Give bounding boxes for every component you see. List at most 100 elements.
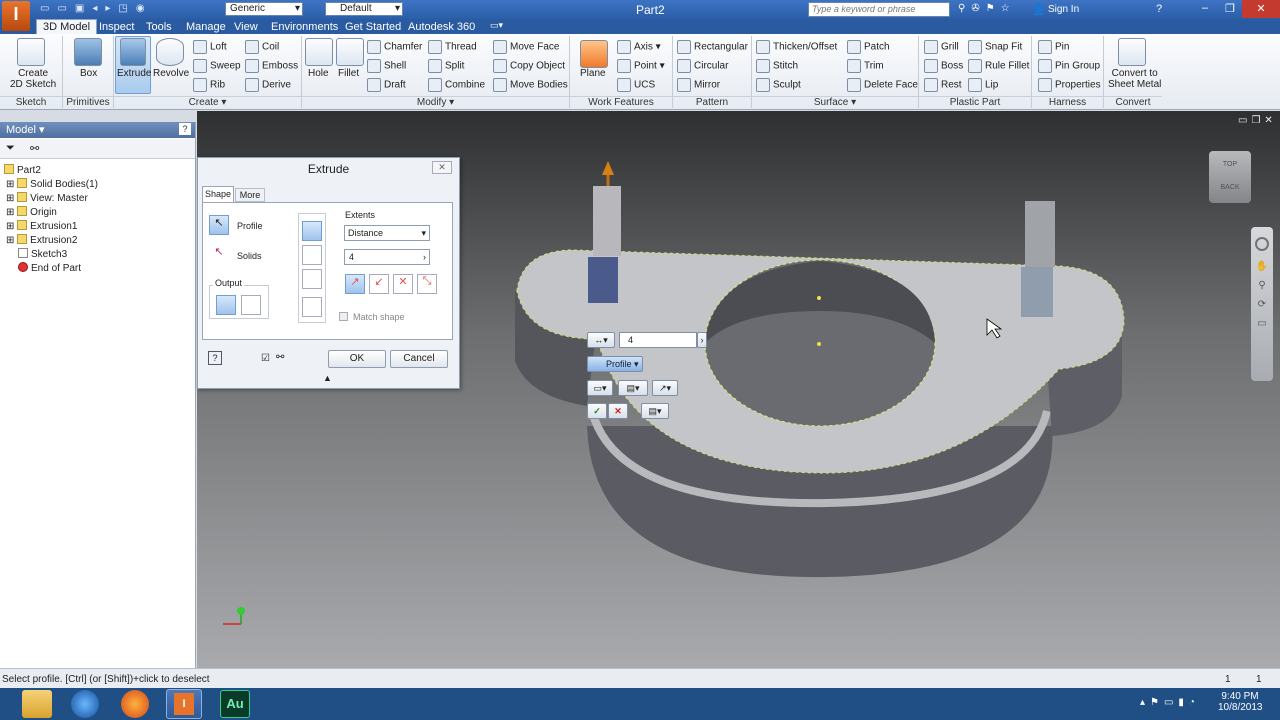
- solids-select-button[interactable]: ↖: [209, 245, 229, 265]
- display-style-dropdown[interactable]: Default ▾: [325, 2, 403, 16]
- box-button[interactable]: Box: [80, 68, 97, 79]
- app-logo[interactable]: I: [2, 1, 30, 31]
- extents-dropdown[interactable]: Distance ▾: [344, 225, 430, 241]
- tree-item-part2[interactable]: Part2: [4, 164, 41, 176]
- find-icon[interactable]: ⚯: [30, 142, 39, 155]
- emboss-button[interactable]: Emboss: [245, 59, 298, 73]
- shell-button[interactable]: Shell: [367, 59, 406, 73]
- thread-button[interactable]: Thread: [428, 40, 477, 54]
- draft-button[interactable]: Draft: [367, 78, 406, 92]
- tab-inspect[interactable]: Inspect: [99, 21, 134, 33]
- convert-sheet-metal-button[interactable]: Convert to Sheet Metal: [1108, 68, 1161, 90]
- mini-toolbar-distance-arrow[interactable]: ›: [697, 332, 707, 348]
- browser-help-icon[interactable]: ?: [179, 123, 191, 135]
- intersect-button[interactable]: [302, 269, 322, 289]
- maximize-icon[interactable]: ❐: [1225, 2, 1235, 15]
- pan-icon[interactable]: ✋: [1251, 261, 1273, 272]
- tab-tools[interactable]: Tools: [146, 21, 172, 33]
- snap-fit-button[interactable]: Snap Fit: [968, 40, 1022, 54]
- media-player-icon[interactable]: [71, 690, 99, 718]
- mini-toolbar-profile-button[interactable]: Profile ▾: [587, 356, 643, 372]
- tab-shape[interactable]: Shape: [202, 186, 234, 202]
- help-tools-icons[interactable]: ⚲✇⚑☆: [958, 3, 1016, 14]
- copy-object-button[interactable]: Copy Object: [493, 59, 565, 73]
- sign-in-link[interactable]: Sign In: [1048, 4, 1079, 15]
- view-cube-top[interactable]: TOP: [1209, 161, 1251, 168]
- group-modify[interactable]: Modify ▾: [302, 96, 569, 110]
- tree-item-extrusion1[interactable]: ⊞ Extrusion1: [6, 220, 77, 232]
- chamfer-button[interactable]: Chamfer: [367, 40, 422, 54]
- tree-item-sketch3[interactable]: Sketch3: [18, 248, 67, 260]
- tree-item-origin[interactable]: ⊞ Origin: [6, 206, 57, 218]
- firefox-icon[interactable]: [121, 690, 149, 718]
- inventor-taskbar-icon[interactable]: I: [166, 689, 202, 719]
- trim-button[interactable]: Trim: [847, 59, 884, 73]
- search-input[interactable]: Type a keyword or phrase: [808, 2, 950, 17]
- rectangular-button[interactable]: Rectangular: [677, 40, 748, 54]
- direction-2-button[interactable]: ↙: [369, 274, 389, 294]
- pin-group-button[interactable]: Pin Group: [1038, 59, 1100, 73]
- rule-fillet-button[interactable]: Rule Fillet: [968, 59, 1029, 73]
- mini-toolbar-distance-mode[interactable]: ↔▾: [587, 332, 615, 348]
- mini-toolbar-cancel-icon[interactable]: ✕: [608, 403, 628, 419]
- direction-1-button[interactable]: ↗: [345, 274, 365, 294]
- rest-button[interactable]: Rest: [924, 78, 962, 92]
- move-bodies-button[interactable]: Move Bodies: [493, 78, 568, 92]
- audition-icon[interactable]: Au: [220, 690, 250, 718]
- view-cube[interactable]: TOP BACK: [1209, 151, 1251, 203]
- tree-item-view-master[interactable]: ⊞ View: Master: [6, 192, 88, 204]
- tab-manage[interactable]: Manage: [186, 21, 226, 33]
- coil-button[interactable]: Coil: [245, 40, 279, 54]
- stitch-button[interactable]: Stitch: [756, 59, 798, 73]
- ucs-button[interactable]: UCS: [617, 78, 655, 92]
- derive-button[interactable]: Derive: [245, 78, 291, 92]
- point-button[interactable]: Point ▾: [617, 59, 665, 73]
- look-at-icon[interactable]: ▭: [1251, 318, 1273, 329]
- fillet-button[interactable]: Fillet: [338, 68, 359, 79]
- output-surface-button[interactable]: [241, 295, 261, 315]
- create-sketch-button[interactable]: Create 2D Sketch: [10, 68, 56, 90]
- split-button[interactable]: Split: [428, 59, 464, 73]
- tab-autodesk-360[interactable]: Autodesk 360: [408, 21, 475, 33]
- cancel-button[interactable]: Cancel: [390, 350, 448, 368]
- rib-button[interactable]: Rib: [193, 78, 225, 92]
- dialog-collapse-icon[interactable]: ▲: [323, 373, 332, 383]
- minimize-icon[interactable]: –: [1202, 2, 1208, 14]
- clock[interactable]: 9:40 PM 10/8/2013: [1218, 691, 1263, 713]
- thicken-offset-button[interactable]: Thicken/Offset: [756, 40, 837, 54]
- combine-button[interactable]: Combine: [428, 78, 485, 92]
- dialog-close-icon[interactable]: ✕: [432, 161, 452, 174]
- sweep-button[interactable]: Sweep: [193, 59, 241, 73]
- patch-button[interactable]: Patch: [847, 40, 890, 54]
- quick-access-icons[interactable]: ▭▭▣◂▸◳◉: [40, 3, 153, 14]
- tab-more[interactable]: More: [235, 188, 265, 202]
- join-button[interactable]: [302, 221, 322, 241]
- zoom-icon[interactable]: ⚲: [1251, 280, 1273, 291]
- profile-select-button[interactable]: ↖: [209, 215, 229, 235]
- close-icon[interactable]: ✕: [1242, 0, 1280, 18]
- distance-input[interactable]: 4 ›: [344, 249, 430, 265]
- cut-button[interactable]: [302, 245, 322, 265]
- ok-button[interactable]: OK: [328, 350, 386, 368]
- circular-button[interactable]: Circular: [677, 59, 728, 73]
- loft-button[interactable]: Loft: [193, 40, 227, 54]
- tab-environments[interactable]: Environments: [271, 21, 338, 33]
- steering-wheel-icon[interactable]: [1255, 237, 1269, 251]
- extrude-button[interactable]: Extrude: [117, 68, 151, 79]
- pin-button[interactable]: Pin: [1038, 40, 1069, 54]
- navigation-bar[interactable]: ✋ ⚲ ⟳ ▭: [1251, 227, 1273, 381]
- mini-toolbar-output[interactable]: ▭▾: [587, 380, 613, 396]
- move-face-button[interactable]: Move Face: [493, 40, 559, 54]
- tab-get-started[interactable]: Get Started: [345, 21, 401, 33]
- view-cube-back[interactable]: BACK: [1209, 184, 1251, 191]
- tab-view[interactable]: View: [234, 21, 258, 33]
- viewport-window-controls[interactable]: ▭❐✕: [1238, 115, 1277, 126]
- lip-button[interactable]: Lip: [968, 78, 998, 92]
- ribbon-options-icon[interactable]: ▭▾: [490, 20, 503, 31]
- user-icon[interactable]: 👤: [1032, 3, 1046, 16]
- hole-button[interactable]: Hole: [308, 68, 329, 79]
- axis-button[interactable]: Axis ▾: [617, 40, 661, 54]
- output-solid-button[interactable]: [216, 295, 236, 315]
- mini-toolbar-extent[interactable]: ▤▾: [618, 380, 648, 396]
- tray-icons[interactable]: ▴⚑▭▮◔: [1140, 697, 1200, 708]
